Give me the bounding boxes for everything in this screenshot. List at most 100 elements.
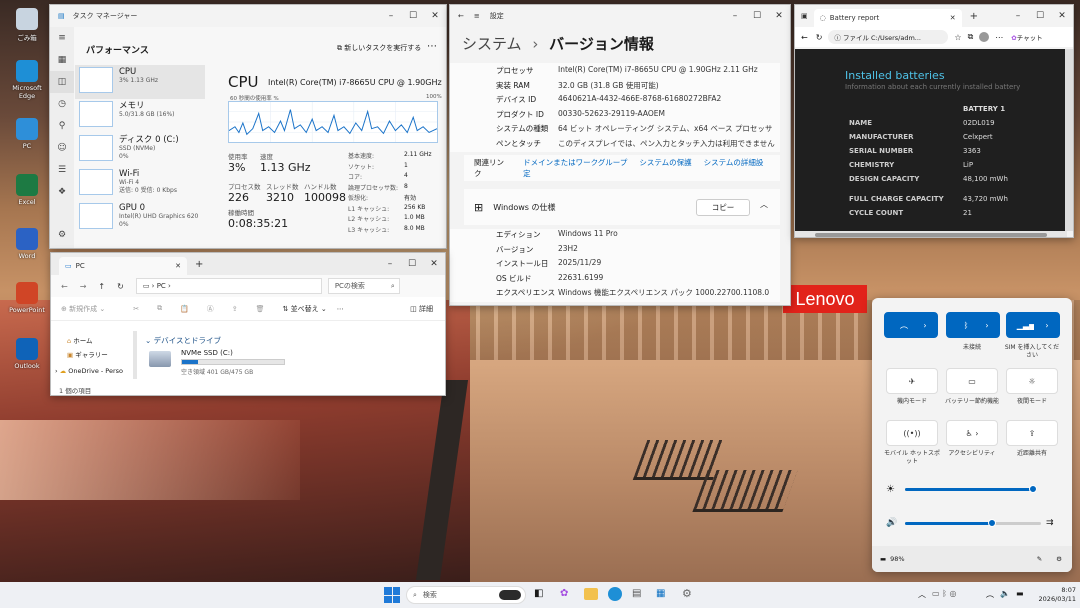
minimize-button[interactable]: – <box>379 253 401 275</box>
tab-battery-report[interactable]: ◌ Battery report ✕ <box>813 9 962 27</box>
search-field[interactable]: PCの検索 ⌕ <box>327 278 400 294</box>
resource-item[interactable]: GPU 0 Intel(R) UHD Graphics 620 0% <box>75 201 205 235</box>
services-icon[interactable]: ❖ <box>50 181 74 203</box>
share-icon[interactable]: ⇪ <box>232 305 238 313</box>
battery-percent[interactable]: 98% <box>890 555 904 563</box>
maximize-button[interactable]: ☐ <box>401 253 423 275</box>
task-view-icon[interactable]: ◧ <box>534 588 543 599</box>
bluetooth-expand[interactable]: › <box>974 312 1000 338</box>
page-scrollbar[interactable] <box>1065 49 1073 231</box>
paste-icon[interactable]: 📋 <box>180 305 189 313</box>
resource-item[interactable]: Wi-Fi Wi-Fi 4 送信: 0 受信: 0 Kbps <box>75 167 205 201</box>
desktop-icon[interactable]: PowerPoint <box>4 282 50 314</box>
users-icon[interactable]: ☺ <box>50 137 74 159</box>
audio-output-icon[interactable]: ⇉ <box>1046 518 1054 528</box>
details-icon[interactable]: ☰ <box>50 159 74 181</box>
menu-icon[interactable]: ≡ <box>474 12 480 20</box>
new-tab-button[interactable]: + <box>195 259 203 270</box>
breadcrumb-root[interactable]: システム <box>462 35 522 53</box>
back-icon[interactable]: ← <box>801 33 808 42</box>
close-button[interactable]: ✕ <box>1051 5 1073 27</box>
settings-icon[interactable]: ⚙ <box>50 224 74 246</box>
related-link[interactable]: システムの保護 <box>639 158 691 167</box>
history-icon[interactable]: ◷ <box>50 93 74 115</box>
pane-splitter[interactable] <box>133 331 137 379</box>
refresh-icon[interactable]: ↻ <box>816 33 823 42</box>
cut-icon[interactable]: ✂ <box>133 305 139 313</box>
resource-item[interactable]: メモリ 5.0/31.8 GB (16%) <box>75 99 205 133</box>
chevron-up-icon[interactable]: ︿ <box>760 199 768 210</box>
copilot-button[interactable]: ✿チャット <box>1011 32 1042 42</box>
brightness-slider[interactable] <box>905 485 1038 493</box>
airplane-mode-toggle[interactable]: ✈ <box>886 368 938 394</box>
desktop-icon[interactable]: Excel <box>4 174 50 206</box>
new-button[interactable]: ⊕ 新規作成 ⌄ <box>61 304 105 314</box>
maximize-button[interactable]: ☐ <box>402 5 424 27</box>
minimize-button[interactable]: – <box>380 5 402 27</box>
close-button[interactable]: ✕ <box>424 5 446 27</box>
nearby-share-toggle[interactable]: ⇪ <box>1006 420 1058 446</box>
copilot-icon[interactable]: ✿ <box>560 588 568 599</box>
back-icon[interactable]: ← <box>61 282 68 291</box>
copy-icon[interactable]: ⧉ <box>157 304 162 313</box>
collections-icon[interactable]: ⧉ <box>968 32 974 42</box>
resource-item[interactable]: ディスク 0 (C:) SSD (NVMe) 0% <box>75 133 205 167</box>
more-icon[interactable]: ⋯ <box>427 41 437 52</box>
devices-section[interactable]: ⌄ デバイスとドライブ <box>145 335 221 346</box>
startup-icon[interactable]: ⚲ <box>50 115 74 137</box>
new-tab-button[interactable]: + <box>970 11 978 22</box>
explorer-tabbar[interactable]: ▭ PC ✕ + – ☐ ✕ <box>51 253 445 275</box>
copy-button[interactable]: コピー <box>696 199 750 216</box>
more-icon[interactable]: ⋯ <box>337 305 344 313</box>
accessibility-toggle[interactable]: ♿ › <box>946 420 998 446</box>
tray-chevron-icon[interactable]: ︿ <box>918 589 926 600</box>
back-icon[interactable]: ← <box>458 12 464 20</box>
nav-item[interactable]: ⌂ ホーム <box>55 335 133 349</box>
hotspot-toggle[interactable]: ((•)) <box>886 420 938 446</box>
up-icon[interactable]: ↑ <box>98 282 105 291</box>
browser-window[interactable]: ▣ ◌ Battery report ✕ + – ☐ ✕ ← ↻ ⓘ ファイル C:… <box>794 4 1074 238</box>
edge-taskbar-icon[interactable] <box>608 587 622 601</box>
start-button[interactable] <box>384 587 400 603</box>
maximize-button[interactable]: ☐ <box>746 5 768 27</box>
hamburger-icon[interactable]: ≡ <box>50 27 74 49</box>
settings-icon[interactable]: ⚙ <box>1056 555 1062 563</box>
minimize-button[interactable]: – <box>1007 5 1029 27</box>
desktop-icon[interactable]: Microsoft Edge <box>4 60 50 100</box>
drive-c[interactable]: NVMe SSD (C:) 空き領域 401 GB/475 GB <box>149 349 289 376</box>
night-light-toggle[interactable]: ☼ <box>1006 368 1058 394</box>
volume-icon[interactable]: 🔈 <box>1000 589 1010 598</box>
run-task-button[interactable]: ⧉ 新しいタスクを実行する <box>337 43 421 53</box>
processes-icon[interactable]: ▦ <box>50 49 74 71</box>
nav-item[interactable]: ▣ ギャラリー <box>55 349 133 363</box>
horizontal-scrollbar[interactable] <box>795 231 1067 237</box>
windows-spec-header[interactable]: ⊞ Windows の仕様 コピー ︿ <box>464 189 780 225</box>
address-field[interactable]: ▭ › PC › <box>135 278 322 294</box>
wifi-expand[interactable]: › <box>912 312 938 338</box>
more-icon[interactable]: ⋯ <box>995 33 1003 42</box>
battery-saver-toggle[interactable]: ▭ <box>946 368 998 394</box>
taskbar-search[interactable]: ⌕ 検索 <box>406 586 526 604</box>
nav-item[interactable]: › ☁ OneDrive - Perso <box>55 367 133 381</box>
details-button[interactable]: ◫ 詳細 <box>410 304 433 314</box>
delete-icon[interactable]: 🗑 <box>256 305 265 313</box>
edit-icon[interactable]: ✎ <box>1037 555 1042 563</box>
file-explorer-taskbar-icon[interactable] <box>584 588 598 600</box>
cellular-expand[interactable]: › <box>1034 312 1060 338</box>
settings-taskbar-icon[interactable]: ⚙ <box>682 587 692 600</box>
resource-item[interactable]: CPU 3% 1.13 GHz <box>75 65 205 99</box>
sort-button[interactable]: ⇅ 並べ替え ⌄ <box>283 304 327 314</box>
close-button[interactable]: ✕ <box>423 253 445 275</box>
rename-icon[interactable]: Ⓐ <box>207 304 214 314</box>
tab-close-icon[interactable]: ✕ <box>950 14 956 22</box>
settings-titlebar[interactable]: ← ≡ 設定 – ☐ ✕ <box>450 5 790 27</box>
desktop-icon[interactable]: ごみ箱 <box>4 8 50 42</box>
clock[interactable]: 8:07 2026/03/11 <box>1034 586 1076 604</box>
desktop-icon[interactable]: Word <box>4 228 50 260</box>
address-bar[interactable]: ⓘ ファイル C:/Users/adm... <box>828 30 949 44</box>
tray-icons[interactable]: ▭ ᛒ ◎ <box>932 589 956 598</box>
browser-tabbar[interactable]: ▣ ◌ Battery report ✕ + – ☐ ✕ <box>795 5 1073 27</box>
store-taskbar-icon[interactable]: ▤ <box>632 588 641 599</box>
refresh-icon[interactable]: ↻ <box>117 282 124 291</box>
profile-avatar[interactable] <box>979 32 990 42</box>
